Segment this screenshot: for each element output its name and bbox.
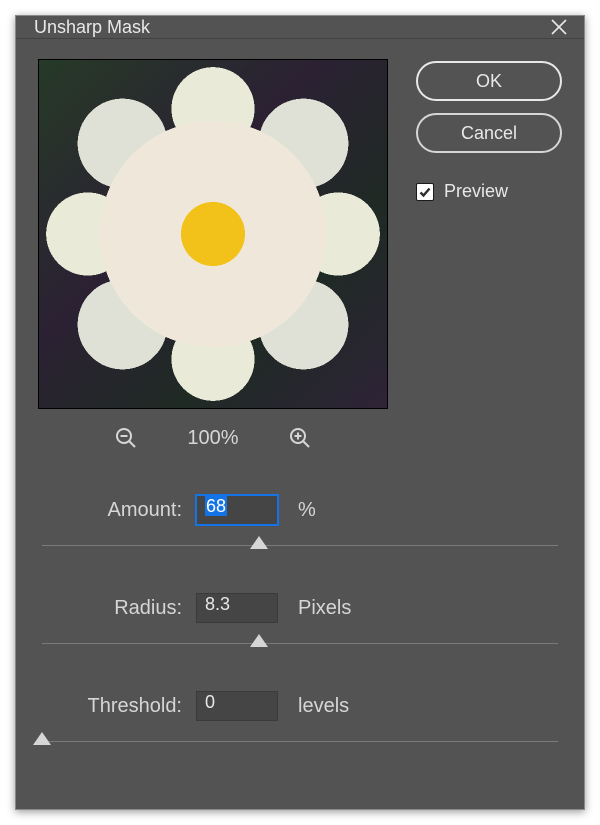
zoom-in-icon[interactable] bbox=[287, 425, 313, 451]
threshold-input[interactable]: 0 bbox=[196, 691, 278, 721]
cancel-button[interactable]: Cancel bbox=[416, 113, 562, 153]
radius-label: Radius: bbox=[42, 597, 182, 620]
titlebar: Unsharp Mask bbox=[16, 16, 584, 39]
unsharp-mask-dialog: Unsharp Mask 100% bbox=[15, 15, 585, 810]
threshold-label: Threshold: bbox=[42, 695, 182, 718]
amount-slider[interactable] bbox=[42, 545, 558, 565]
zoom-out-icon[interactable] bbox=[113, 425, 139, 451]
threshold-param: Threshold: 0 levels bbox=[42, 691, 558, 761]
amount-unit: % bbox=[298, 499, 316, 522]
zoom-controls: 100% bbox=[38, 425, 388, 451]
preview-checkbox[interactable]: Preview bbox=[416, 181, 562, 202]
threshold-unit: levels bbox=[298, 695, 349, 718]
dialog-title: Unsharp Mask bbox=[34, 17, 150, 38]
zoom-level: 100% bbox=[187, 427, 238, 450]
radius-input[interactable]: 8.3 bbox=[196, 593, 278, 623]
check-icon bbox=[416, 183, 434, 201]
radius-slider[interactable] bbox=[42, 643, 558, 663]
radius-param: Radius: 8.3 Pixels bbox=[42, 593, 558, 663]
amount-input[interactable]: 68 bbox=[196, 495, 278, 525]
threshold-slider[interactable] bbox=[42, 741, 558, 761]
amount-param: Amount: 68 % bbox=[42, 495, 558, 565]
dialog-content: 100% OK Cancel Preview bbox=[16, 39, 584, 813]
preview-image[interactable] bbox=[38, 59, 388, 409]
preview-checkbox-label: Preview bbox=[444, 181, 508, 202]
amount-label: Amount: bbox=[42, 499, 182, 522]
slider-thumb-icon[interactable] bbox=[250, 536, 268, 549]
radius-unit: Pixels bbox=[298, 597, 351, 620]
close-icon[interactable] bbox=[548, 16, 570, 38]
slider-thumb-icon[interactable] bbox=[33, 732, 51, 745]
ok-button[interactable]: OK bbox=[416, 61, 562, 101]
slider-thumb-icon[interactable] bbox=[250, 634, 268, 647]
